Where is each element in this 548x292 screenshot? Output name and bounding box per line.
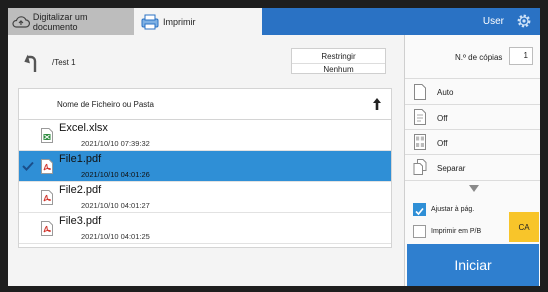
file-date: 2021/10/10 04:01:27 (81, 201, 150, 210)
copies-row: N.º de cópias 1 (405, 35, 540, 79)
checkmark-icon (22, 161, 34, 171)
print-bw-checkbox[interactable] (413, 225, 426, 238)
current-path: /Test 1 (52, 58, 76, 67)
copies-input[interactable]: 1 (509, 47, 533, 65)
paper-icon (414, 84, 426, 100)
top-bar: Digitalizar um documento Imprimir User (8, 8, 540, 35)
user-label[interactable]: User (483, 16, 504, 27)
paper-size-value: Auto (437, 88, 454, 97)
path-row: /Test 1 Restringir Nenhum (8, 38, 402, 86)
cloud-upload-icon (12, 15, 30, 28)
checkmark-icon (415, 207, 424, 216)
pages-per-sheet-value: Off (437, 139, 448, 148)
file-date: 2021/10/10 04:01:25 (81, 232, 150, 241)
column-header-filename: Nome de Ficheiro ou Pasta (57, 100, 154, 109)
printer-icon (141, 14, 159, 29)
collate-icon (413, 159, 427, 175)
tab-scan-label: Digitalizar um documento (32, 11, 88, 32)
file-list-header: Nome de Ficheiro ou Pasta (19, 89, 391, 120)
file-name: File2.pdf (59, 184, 102, 196)
gear-icon[interactable] (516, 13, 532, 29)
sort-arrow-icon[interactable] (373, 98, 381, 110)
file-name: Excel.xlsx (59, 122, 108, 134)
table-row[interactable]: Excel.xlsx 2021/10/10 07:39:32 (19, 120, 391, 151)
chevron-down-icon[interactable] (469, 185, 479, 192)
table-row[interactable]: File2.pdf 2021/10/10 04:01:27 (19, 182, 391, 213)
collate-option[interactable]: Separar (405, 155, 540, 181)
start-button[interactable]: Iniciar (407, 244, 539, 286)
pages-per-sheet-icon (414, 134, 426, 150)
file-date: 2021/10/10 07:39:32 (81, 139, 150, 148)
print-app-window: Digitalizar um documento Imprimir User /… (8, 8, 540, 286)
table-row-selected[interactable]: File1.pdf 2021/10/10 04:01:26 (19, 151, 391, 182)
fit-to-page-checkbox[interactable] (413, 203, 426, 216)
filter-dropdown[interactable]: Restringir Nenhum (291, 48, 386, 74)
print-bw-label: Imprimir em P/B (431, 228, 482, 235)
pdf-file-icon (41, 221, 53, 236)
duplex-option[interactable]: Off (405, 105, 540, 130)
collate-value: Separar (437, 164, 466, 173)
file-name: File3.pdf (59, 215, 102, 227)
pdf-file-icon (41, 159, 53, 174)
tab-print[interactable]: Imprimir (134, 8, 262, 35)
filter-label: Restringir (321, 52, 356, 61)
ca-button[interactable]: CA (509, 212, 539, 242)
paper-size-option[interactable]: Auto (405, 79, 540, 105)
file-name: File1.pdf (59, 153, 102, 165)
tab-scan[interactable]: Digitalizar um documento (8, 8, 134, 35)
pages-per-sheet-option[interactable]: Off (405, 130, 540, 155)
file-list: Nome de Ficheiro ou Pasta Excel.xlsx 202… (18, 88, 392, 248)
print-options-panel: N.º de cópias 1 Auto Off Off Separar Aju… (404, 35, 540, 286)
excel-file-icon (41, 128, 53, 143)
fit-to-page-label: Ajustar à pág. (431, 206, 475, 213)
duplex-value: Off (437, 114, 448, 123)
back-arrow-icon[interactable] (20, 52, 42, 74)
table-row[interactable]: File3.pdf 2021/10/10 04:01:25 (19, 213, 391, 244)
file-date: 2021/10/10 04:01:26 (81, 170, 150, 179)
filter-value: Nenhum (292, 63, 385, 74)
tab-print-label: Imprimir (163, 16, 196, 27)
copies-label: N.º de cópias (455, 53, 503, 62)
pdf-file-icon (41, 190, 53, 205)
duplex-icon (414, 109, 426, 125)
